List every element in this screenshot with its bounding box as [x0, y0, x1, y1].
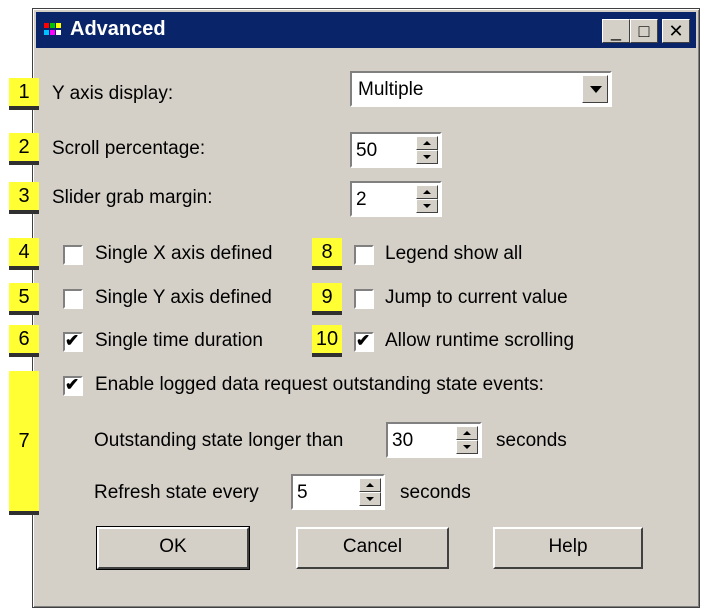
spin-down-icon[interactable]: [456, 440, 478, 454]
single-time-duration-label: Single time duration: [95, 330, 263, 351]
maximize-button[interactable]: □: [630, 19, 658, 43]
outstanding-state-stepper[interactable]: 30: [386, 422, 482, 458]
refresh-state-value: 5: [297, 482, 308, 503]
single-y-axis-checkbox[interactable]: [63, 289, 83, 309]
help-button[interactable]: Help: [493, 527, 643, 569]
cancel-button[interactable]: Cancel: [296, 527, 449, 569]
minimize-icon: _: [610, 21, 621, 41]
title-bar[interactable]: Advanced _ □ ✕: [36, 12, 696, 48]
logged-events-checkbox[interactable]: ✔: [63, 375, 83, 396]
badge-10: 10: [312, 325, 342, 357]
maximize-icon: □: [638, 21, 650, 41]
single-x-axis-label: Single X axis defined: [95, 243, 273, 264]
spin-up-icon[interactable]: [359, 478, 381, 492]
spin-down-icon[interactable]: [359, 492, 381, 506]
close-icon: ✕: [668, 21, 684, 41]
jump-to-current-value-label: Jump to current value: [385, 287, 568, 308]
y-axis-display-select[interactable]: Multiple: [350, 71, 612, 107]
badge-2: 2: [9, 133, 39, 165]
spin-up-icon[interactable]: [456, 426, 478, 440]
outstanding-state-label: Outstanding state longer than: [94, 430, 344, 451]
badge-6: 6: [9, 325, 39, 357]
check-icon: ✔: [65, 331, 80, 350]
outstanding-state-unit: seconds: [496, 430, 567, 451]
badge-8: 8: [312, 238, 342, 270]
single-time-duration-checkbox[interactable]: ✔: [63, 331, 83, 352]
y-axis-display-value: Multiple: [358, 79, 424, 100]
minimize-button[interactable]: _: [602, 19, 630, 43]
badge-5: 5: [9, 283, 39, 315]
logged-events-label: Enable logged data request outstanding s…: [95, 374, 544, 395]
check-icon: ✔: [356, 331, 371, 350]
check-icon: ✔: [65, 375, 80, 394]
badge-1: 1: [9, 78, 39, 110]
jump-to-current-value-checkbox[interactable]: [354, 289, 374, 309]
ok-button[interactable]: OK: [96, 526, 250, 570]
single-x-axis-checkbox[interactable]: [63, 245, 83, 265]
single-y-axis-label: Single Y axis defined: [95, 287, 272, 308]
window-title: Advanced: [70, 18, 166, 40]
refresh-state-unit: seconds: [400, 482, 471, 503]
badge-3: 3: [9, 182, 39, 214]
spin-down-icon[interactable]: [416, 150, 438, 164]
slider-grab-margin-value: 2: [356, 189, 367, 210]
chevron-down-icon[interactable]: [582, 75, 608, 103]
scroll-percentage-stepper[interactable]: 50: [350, 132, 442, 168]
legend-show-all-label: Legend show all: [385, 243, 523, 264]
badge-9: 9: [312, 283, 342, 315]
refresh-state-stepper[interactable]: 5: [291, 474, 385, 510]
app-icon: [42, 20, 64, 40]
y-axis-display-label: Y axis display:: [52, 83, 174, 104]
allow-runtime-scrolling-label: Allow runtime scrolling: [385, 330, 575, 351]
allow-runtime-scrolling-checkbox[interactable]: ✔: [354, 331, 374, 352]
spin-up-icon[interactable]: [416, 136, 438, 150]
refresh-state-label: Refresh state every: [94, 482, 259, 503]
spin-up-icon[interactable]: [416, 185, 438, 199]
scroll-percentage-value: 50: [356, 140, 378, 161]
badge-4: 4: [9, 238, 39, 270]
slider-grab-margin-stepper[interactable]: 2: [350, 181, 442, 217]
outstanding-state-value: 30: [392, 430, 414, 451]
slider-grab-margin-label: Slider grab margin:: [52, 187, 213, 208]
spin-down-icon[interactable]: [416, 199, 438, 213]
scroll-percentage-label: Scroll percentage:: [52, 138, 206, 159]
badge-7: 7: [9, 371, 39, 515]
legend-show-all-checkbox[interactable]: [354, 245, 374, 265]
close-button[interactable]: ✕: [662, 19, 690, 43]
